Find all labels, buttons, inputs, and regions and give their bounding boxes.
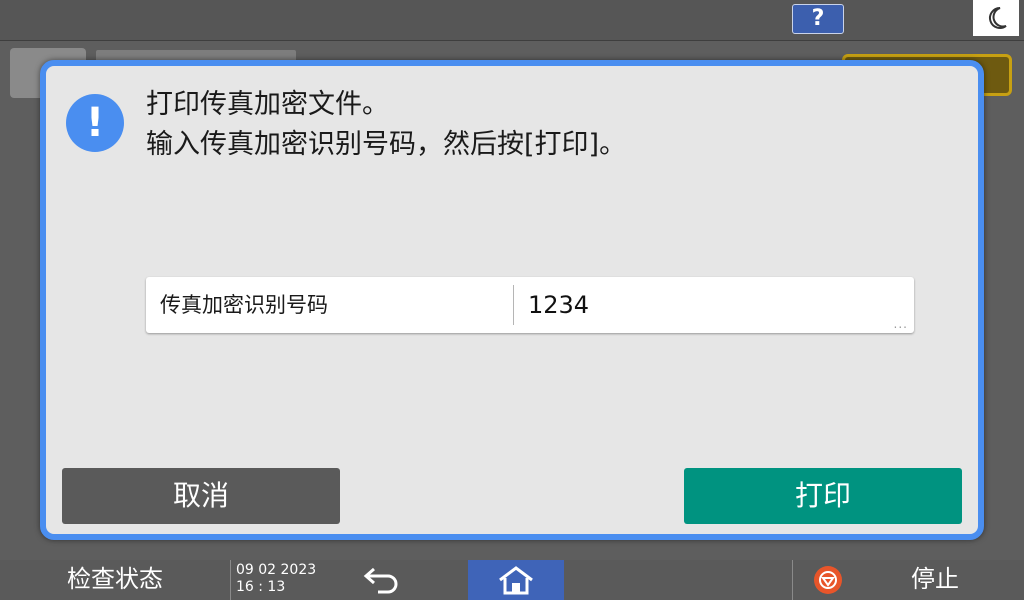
home-button[interactable] [468, 560, 564, 600]
date-text: 09 02 2023 [236, 562, 317, 578]
energy-saver-button[interactable] [973, 0, 1019, 36]
fax-id-input-field[interactable]: 传真加密识别号码 1234 ... [146, 277, 914, 333]
stop-icon[interactable] [814, 566, 842, 594]
top-bar: ? [0, 0, 1024, 41]
print-button[interactable]: 打印 [684, 468, 962, 524]
stop-button[interactable]: 停止 [890, 560, 980, 600]
bottom-divider [792, 560, 793, 600]
time-text: 16 : 13 [236, 579, 286, 595]
print-encrypted-fax-dialog: ! 打印传真加密文件。 输入传真加密识别号码，然后按[打印]。 传真加密识别号码… [40, 60, 984, 540]
cancel-button[interactable]: 取消 [62, 468, 340, 524]
dialog-message-line2: 输入传真加密识别号码，然后按[打印]。 [146, 129, 627, 160]
back-arrow-icon [363, 567, 398, 594]
help-button[interactable]: ? [792, 4, 844, 34]
dialog-message-line1: 打印传真加密文件。 [146, 89, 389, 120]
field-divider [513, 285, 514, 325]
exclamation-icon: ! [66, 94, 124, 152]
back-button[interactable] [358, 564, 402, 596]
bottom-bar: 检查状态 09 02 2023 16 : 13 停止 [0, 560, 1024, 600]
home-icon [499, 566, 533, 595]
fax-id-label: 传真加密识别号码 [160, 293, 328, 317]
date-time: 09 02 2023 16 : 13 [230, 560, 316, 600]
fax-id-value[interactable]: 1234 [528, 277, 589, 333]
more-indicator-icon: ... [893, 317, 908, 331]
moon-icon [989, 7, 1007, 29]
check-status-button[interactable]: 检查状态 [40, 560, 190, 600]
